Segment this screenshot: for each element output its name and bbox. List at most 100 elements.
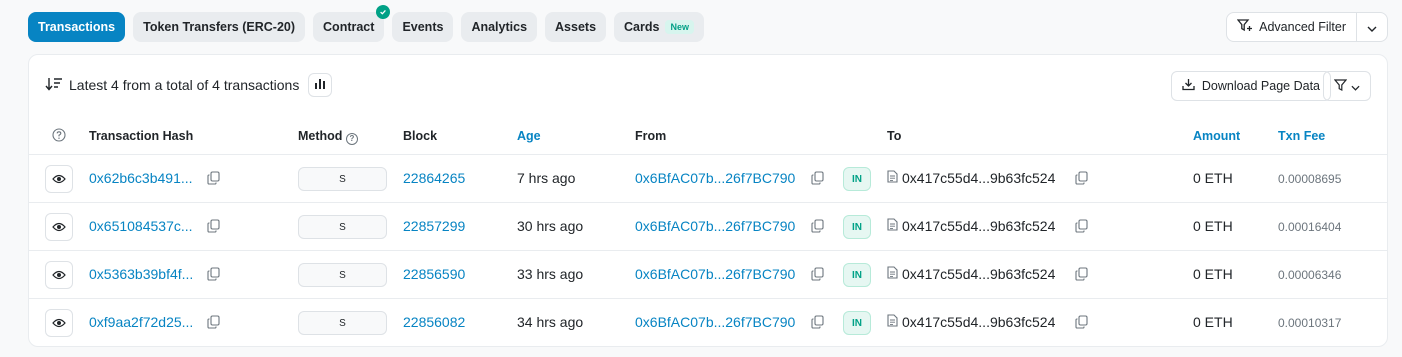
transaction-hash-link[interactable]: 0x62b6c3b491... — [89, 170, 193, 186]
direction-badge: IN — [843, 167, 871, 191]
table-row: 0xf9aa2f72d25... S 22856082 34 hrs ago 0x6Bf… — [29, 299, 1387, 347]
contract-icon — [887, 314, 898, 330]
txn-fee-text: 0.00010317 — [1278, 316, 1342, 330]
filter-plus-icon — [1236, 19, 1253, 35]
col-method-wrap: Method ? — [298, 129, 358, 145]
filter-button[interactable] — [1323, 71, 1371, 101]
advanced-filter-label: Advanced Filter — [1259, 20, 1346, 34]
tab-assets[interactable]: Assets — [545, 12, 607, 42]
block-link[interactable]: 22857299 — [403, 218, 465, 234]
to-address: 0x417c55d4...9b63fc524 — [887, 218, 1055, 234]
copy-icon[interactable] — [811, 219, 825, 233]
block-link[interactable]: 22856590 — [403, 266, 465, 282]
transaction-hash-link[interactable]: 0x651084537c... — [89, 218, 193, 234]
contract-icon — [887, 266, 898, 282]
table-row: 0x5363b39bf4f... S 22856590 33 hrs ago 0x6Bf… — [29, 251, 1387, 299]
col-to: To — [887, 129, 902, 143]
tab-cards[interactable]: Cards New — [614, 12, 704, 42]
method-badge: S — [298, 215, 387, 239]
from-address-link[interactable]: 0x6BfAC07b...26f7BC790 — [635, 314, 795, 330]
from-address-link[interactable]: 0x6BfAC07b...26f7BC790 — [635, 170, 795, 186]
help-circle-icon[interactable] — [52, 128, 66, 145]
tab-token-transfers[interactable]: Token Transfers (ERC-20) — [133, 12, 306, 42]
tab-label: Token Transfers (ERC-20) — [143, 20, 296, 34]
transaction-hash-link[interactable]: 0x5363b39bf4f... — [89, 266, 193, 282]
col-amount[interactable]: Amount — [1193, 129, 1240, 143]
copy-icon[interactable] — [207, 219, 221, 233]
preview-button[interactable] — [45, 213, 73, 241]
amount-text: 0 ETH — [1193, 170, 1233, 186]
eye-icon — [52, 219, 66, 235]
copy-icon[interactable] — [207, 315, 221, 329]
advanced-filter-dropdown[interactable] — [1357, 13, 1387, 41]
txn-fee-text: 0.00006346 — [1278, 268, 1342, 282]
from-address-link[interactable]: 0x6BfAC07b...26f7BC790 — [635, 266, 795, 282]
advanced-filter-button[interactable]: Advanced Filter — [1227, 13, 1357, 41]
copy-icon[interactable] — [207, 267, 221, 281]
tab-contract[interactable]: Contract — [313, 5, 391, 42]
direction-badge: IN — [843, 215, 871, 239]
direction-badge: IN — [843, 263, 871, 287]
copy-icon[interactable] — [811, 171, 825, 185]
contract-icon — [887, 218, 898, 234]
tab-label: Assets — [555, 20, 597, 34]
amount-text: 0 ETH — [1193, 218, 1233, 234]
transaction-hash-link[interactable]: 0xf9aa2f72d25... — [89, 314, 193, 330]
col-txn-fee[interactable]: Txn Fee — [1278, 129, 1325, 143]
block-link[interactable]: 22864265 — [403, 170, 465, 186]
col-transaction-hash: Transaction Hash — [89, 129, 194, 143]
chevron-down-icon — [1351, 78, 1360, 94]
block-link[interactable]: 22856082 — [403, 314, 465, 330]
amount-text: 0 ETH — [1193, 266, 1233, 282]
age-text: 34 hrs ago — [517, 314, 584, 330]
to-address-text[interactable]: 0x417c55d4...9b63fc524 — [902, 170, 1055, 186]
table-row: 0x62b6c3b491... S 22864265 7 hrs ago 0x6BfAC… — [29, 155, 1387, 203]
copy-icon[interactable] — [1075, 315, 1089, 329]
to-address: 0x417c55d4...9b63fc524 — [887, 314, 1055, 330]
copy-icon[interactable] — [207, 171, 221, 185]
download-label: Download Page Data — [1201, 79, 1320, 93]
tab-label: Analytics — [471, 20, 528, 34]
age-text: 30 hrs ago — [517, 218, 584, 234]
tab-label: Events — [402, 20, 444, 34]
col-block: Block — [403, 129, 438, 143]
copy-icon[interactable] — [1075, 171, 1089, 185]
verified-check-icon — [376, 5, 391, 19]
tab-label: Cards — [624, 20, 660, 34]
to-address-text[interactable]: 0x417c55d4...9b63fc524 — [902, 314, 1055, 330]
preview-button[interactable] — [45, 261, 73, 289]
eye-icon — [52, 315, 66, 331]
eye-icon — [52, 171, 66, 187]
eye-icon — [52, 267, 66, 283]
help-circle-icon[interactable]: ? — [345, 132, 358, 145]
direction-badge: IN — [843, 311, 871, 335]
advanced-filter-group: Advanced Filter — [1226, 12, 1388, 42]
table-header: Transaction Hash Method ? Block Age From… — [29, 117, 1387, 155]
tab-transactions[interactable]: Transactions — [28, 12, 126, 42]
tab-events[interactable]: Events — [392, 12, 454, 42]
preview-button[interactable] — [45, 165, 73, 193]
chart-toggle-button[interactable] — [308, 73, 333, 97]
copy-icon[interactable] — [1075, 267, 1089, 281]
copy-icon[interactable] — [1075, 219, 1089, 233]
to-address-text[interactable]: 0x417c55d4...9b63fc524 — [902, 266, 1055, 282]
copy-icon[interactable] — [811, 267, 825, 281]
age-text: 33 hrs ago — [517, 266, 584, 282]
copy-icon[interactable] — [811, 315, 825, 329]
col-age[interactable]: Age — [517, 129, 541, 143]
to-address-text[interactable]: 0x417c55d4...9b63fc524 — [902, 218, 1055, 234]
chevron-down-icon — [1367, 19, 1377, 35]
tab-bar: Transactions Token Transfers (ERC-20) Co… — [28, 5, 704, 42]
download-page-data-button[interactable]: Download Page Data — [1170, 71, 1331, 101]
preview-button[interactable] — [45, 309, 73, 337]
tab-label: Transactions — [38, 20, 116, 34]
txn-fee-text: 0.00008695 — [1278, 172, 1342, 186]
tab-analytics[interactable]: Analytics — [461, 12, 538, 42]
download-icon — [1182, 78, 1195, 94]
bar-chart-icon — [314, 77, 326, 93]
age-text: 7 hrs ago — [517, 170, 576, 186]
col-from: From — [635, 129, 667, 143]
method-badge: S — [298, 263, 387, 287]
from-address-link[interactable]: 0x6BfAC07b...26f7BC790 — [635, 218, 795, 234]
summary: Latest 4 from a total of 4 transactions — [45, 73, 333, 97]
